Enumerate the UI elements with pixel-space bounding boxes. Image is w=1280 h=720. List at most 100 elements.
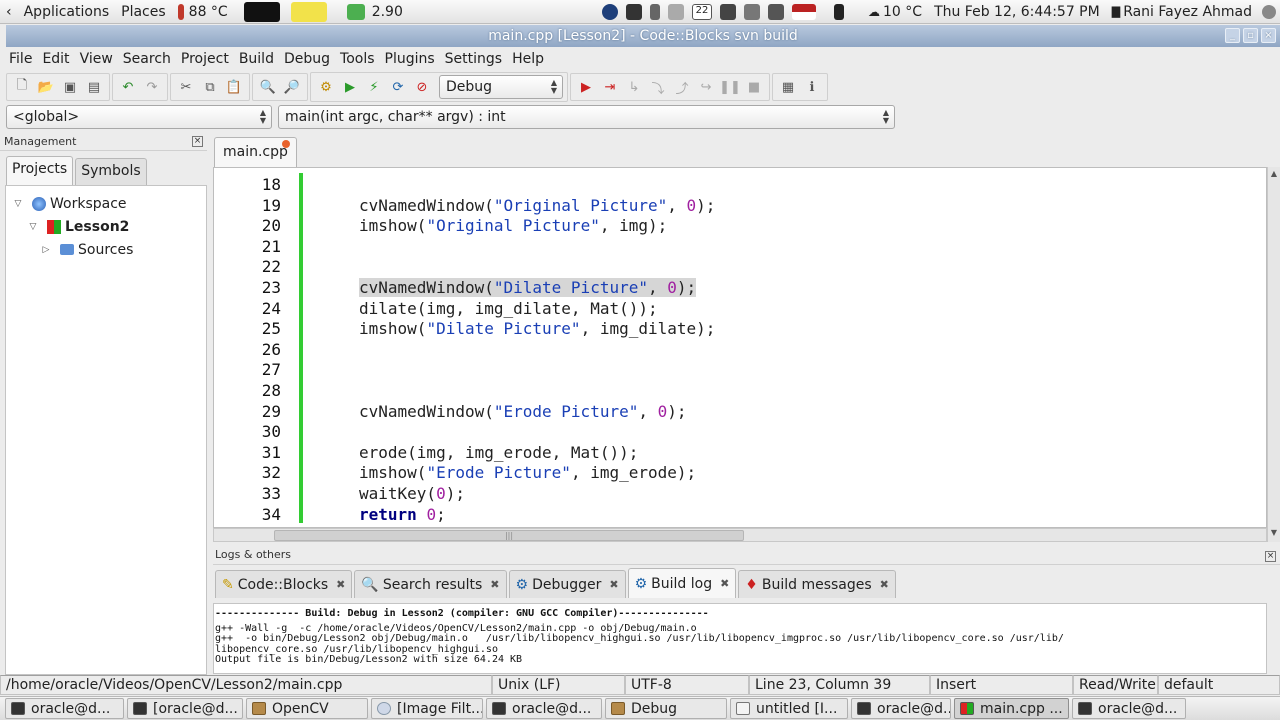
menu-help[interactable]: Help [507,51,549,67]
close-tab-icon[interactable]: ✖ [609,578,618,591]
menu-view[interactable]: View [75,51,118,67]
menu-settings[interactable]: Settings [440,51,507,67]
scroll-down-icon[interactable]: ▼ [1269,528,1279,540]
rebuild-icon[interactable]: ⟳ [387,76,409,98]
collapse-arrow-icon[interactable]: ▽ [27,222,39,232]
close-panel-button[interactable]: × [1265,551,1276,562]
vertical-scrollbar[interactable]: ▲ ▼ [1267,167,1280,542]
code-line[interactable]: 29 cvNamedWindow("Erode Picture", 0); [214,402,1266,423]
minimize-button[interactable]: _ [1225,28,1240,43]
task-untitled[interactable]: untitled [I... [730,698,848,719]
close-panel-button[interactable]: × [192,136,203,147]
user-menu[interactable]: ▇ Rani Fayez Ahmad [1106,4,1258,20]
task-image-filter[interactable]: [Image Filt... [371,698,483,719]
code-line[interactable]: 22 [214,257,1266,278]
function-select[interactable]: main(int argc, char** argv) : int ▲ ▼ [278,105,895,129]
replace-icon[interactable]: 🔎 [281,76,303,98]
tab-symbols[interactable]: Symbols [75,158,147,186]
code-line[interactable]: 31 erode(img, img_erode, Mat()); [214,443,1266,464]
clock[interactable]: Thu Feb 12, 6:44:57 PM [928,4,1106,20]
tree-item-sources[interactable]: ▷ Sources [6,238,206,261]
menu-search[interactable]: Search [118,51,176,67]
paste-icon[interactable]: 📋 [223,76,245,98]
save-icon[interactable]: ▣ [59,76,81,98]
close-tab-icon[interactable]: ✖ [336,578,345,591]
weather[interactable]: ☁ 10 °C [862,4,928,20]
code-line[interactable]: 33 waitKey(0); [214,484,1266,505]
close-tab-icon[interactable]: ✖ [720,577,729,590]
step-into-icon[interactable]: ⤵ [647,76,669,98]
maximize-button[interactable]: ▫ [1243,28,1258,43]
task-folder-debug[interactable]: Debug [605,698,727,719]
code-line[interactable]: 21 [214,237,1266,258]
tab-projects[interactable]: Projects [6,156,74,186]
code-line[interactable]: 32 imshow("Erode Picture", img_erode); [214,463,1266,484]
network-globe-icon[interactable] [602,3,619,20]
menu-debug[interactable]: Debug [279,51,335,67]
tab-codeblocks[interactable]: ✎ Code::Blocks ✖ [215,570,353,598]
keyboard-layout-flag-icon[interactable] [792,3,817,20]
close-tab-icon[interactable]: ✖ [880,578,889,591]
code-line[interactable]: 24 dilate(img, img_dilate, Mat()); [214,299,1266,320]
clipboard-icon[interactable] [768,3,785,20]
build-gear-icon[interactable]: ⚙ [315,76,337,98]
next-line-icon[interactable]: ↳ [623,76,645,98]
menu-plugins[interactable]: Plugins [380,51,440,67]
volume-icon[interactable] [744,3,761,20]
tab-main-cpp[interactable]: main.cpp [214,137,297,167]
back-arrow-icon[interactable]: ‹ [0,4,18,20]
code-line[interactable]: 34 return 0; [214,505,1266,526]
run-icon[interactable]: ▶ [339,76,361,98]
cut-icon[interactable]: ✂ [175,76,197,98]
save-all-icon[interactable]: ▤ [83,76,105,98]
bluetooth-status-icon[interactable] [834,3,845,20]
code-line[interactable]: 28 [214,381,1266,402]
code-line[interactable]: 26 [214,340,1266,361]
undo-icon[interactable]: ↶ [117,76,139,98]
calendar-icon[interactable]: 22 [692,3,713,20]
tree-item-project[interactable]: ▽ Lesson2 [6,215,206,238]
task-folder-opencv[interactable]: OpenCV [246,698,368,719]
scroll-thumb[interactable]: ||| [274,530,744,541]
find-icon[interactable]: 🔍 [257,76,279,98]
code-line[interactable]: 25 imshow("Dilate Picture", img_dilate); [214,319,1266,340]
network-status-icon[interactable] [720,3,737,20]
debug-start-icon[interactable]: ▶ [575,76,597,98]
redo-icon[interactable]: ↷ [141,76,163,98]
task-codeblocks[interactable]: main.cpp ... [954,698,1069,719]
debug-info-icon[interactable]: ℹ [801,76,823,98]
applications-menu[interactable]: Applications [18,4,116,20]
tree-item-workspace[interactable]: ▽ Workspace [6,192,206,215]
menu-build[interactable]: Build [234,51,279,67]
code-line[interactable]: 30 [214,422,1266,443]
new-file-icon[interactable]: 🗋 [11,76,33,98]
abort-icon[interactable]: ⊘ [411,76,433,98]
tab-build-log[interactable]: ⚙ Build log ✖ [627,568,737,598]
stop-debug-icon[interactable]: ■ [743,76,765,98]
code-line[interactable]: 27 [214,360,1266,381]
step-out-icon[interactable]: ⤴ [671,76,693,98]
update-icon[interactable] [668,3,685,20]
close-tab-icon[interactable]: ✖ [490,578,499,591]
menu-tools[interactable]: Tools [335,51,380,67]
task-terminal-1[interactable]: oracle@d... [5,698,124,719]
code-line[interactable]: 19 cvNamedWindow("Original Picture", 0); [214,196,1266,217]
code-line[interactable]: 18 [214,175,1266,196]
build-and-run-icon[interactable]: ⚡ [363,76,385,98]
open-file-icon[interactable]: 📂 [35,76,57,98]
code-editor[interactable]: 18 19 cvNamedWindow("Original Picture", 0)… [213,167,1267,528]
debug-windows-icon[interactable]: ▦ [777,76,799,98]
menu-file[interactable]: File [4,51,37,67]
horizontal-scrollbar[interactable]: ||| [213,528,1267,542]
power-icon[interactable] [1262,4,1276,19]
places-menu[interactable]: Places [115,4,172,20]
window-titlebar[interactable]: main.cpp [Lesson2] - Code::Blocks svn bu… [6,25,1280,47]
tab-build-messages[interactable]: ♦ Build messages ✖ [738,570,896,598]
bluetooth-icon[interactable] [650,3,661,20]
menu-project[interactable]: Project [176,51,234,67]
copy-icon[interactable]: ⧉ [199,76,221,98]
collapse-arrow-icon[interactable]: ▽ [12,199,24,209]
task-terminal-4[interactable]: oracle@d... [851,698,951,719]
scroll-up-icon[interactable]: ▲ [1269,169,1279,181]
task-terminal-3[interactable]: oracle@d... [486,698,602,719]
